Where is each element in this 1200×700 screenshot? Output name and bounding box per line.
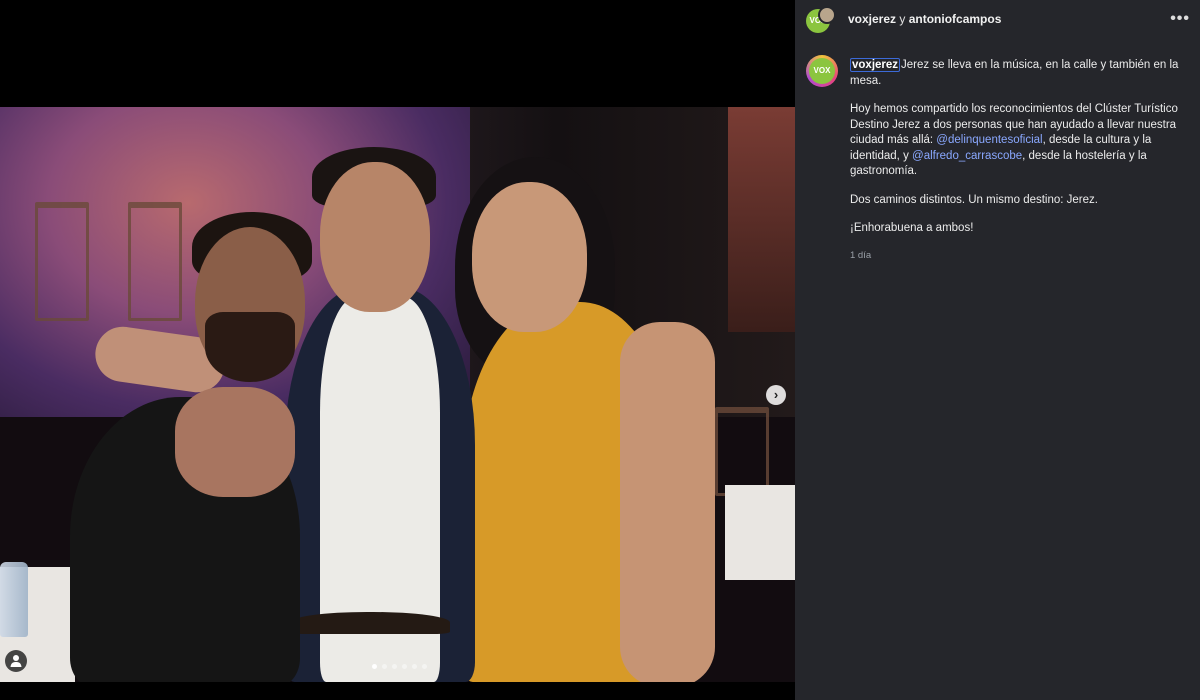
photo-chair [35, 202, 89, 321]
avatar-antoniofcampos[interactable] [818, 6, 836, 24]
photo-chair [715, 407, 769, 496]
photo-man-center-belt [290, 612, 450, 634]
post-side-panel: VOX voxjerez y antoniofcampos ••• VOX vo… [795, 0, 1200, 700]
header-conjunction: y [899, 12, 906, 26]
caption-paragraph: Dos caminos distintos. Un mismo destino:… [850, 193, 1098, 206]
post-media-area: › [0, 0, 795, 700]
photo-woman-face [472, 182, 587, 332]
post-timestamp[interactable]: 1 día [850, 248, 1184, 264]
carousel-indicator [372, 664, 427, 669]
caption-paragraph: Hoy hemos compartido los reconocimientos… [850, 102, 1184, 180]
person-icon [10, 655, 22, 667]
username-link[interactable]: antoniofcampos [909, 12, 1002, 26]
carousel-next-icon[interactable]: › [766, 385, 786, 405]
photo-chair [128, 202, 182, 321]
photo-man-center-face [320, 162, 430, 312]
carousel-dot [382, 664, 387, 669]
carousel-dot [422, 664, 427, 669]
carousel-dot [402, 664, 407, 669]
photo-brick-wall [728, 107, 795, 332]
mention-link[interactable]: @delinquentesoficial [936, 134, 1042, 146]
post-caption: voxjerez Jerez se lleva en la música, en … [850, 58, 1184, 263]
caption-paragraph: voxjerez Jerez se lleva en la música, en … [850, 58, 1184, 89]
carousel-dot [412, 664, 417, 669]
caption-paragraph: ¡Enhorabuena a ambos! [850, 222, 974, 234]
caption-avatar[interactable]: VOX [806, 55, 838, 87]
photo-man-left-beard [205, 312, 295, 382]
carousel-dot [372, 664, 377, 669]
username-link[interactable]: voxjerez [848, 12, 896, 26]
mention-link[interactable]: @alfredo_carrascobe [912, 150, 1022, 162]
header-usernames: voxjerez y antoniofcampos [848, 12, 1001, 26]
carousel-dot [392, 664, 397, 669]
post-header: VOX voxjerez y antoniofcampos ••• [795, 0, 1200, 38]
photo-pointing-hand [175, 387, 295, 497]
vox-logo: VOX [813, 66, 831, 75]
tagged-users-button[interactable] [5, 650, 27, 672]
post-photo[interactable] [0, 107, 795, 682]
photo-bottle [0, 562, 28, 637]
caption-username-link[interactable]: voxjerez [850, 58, 901, 72]
photo-woman-arm [620, 322, 715, 682]
more-options-icon[interactable]: ••• [1170, 10, 1190, 28]
avatar-image: VOX [809, 58, 835, 84]
photo-table [725, 485, 795, 580]
